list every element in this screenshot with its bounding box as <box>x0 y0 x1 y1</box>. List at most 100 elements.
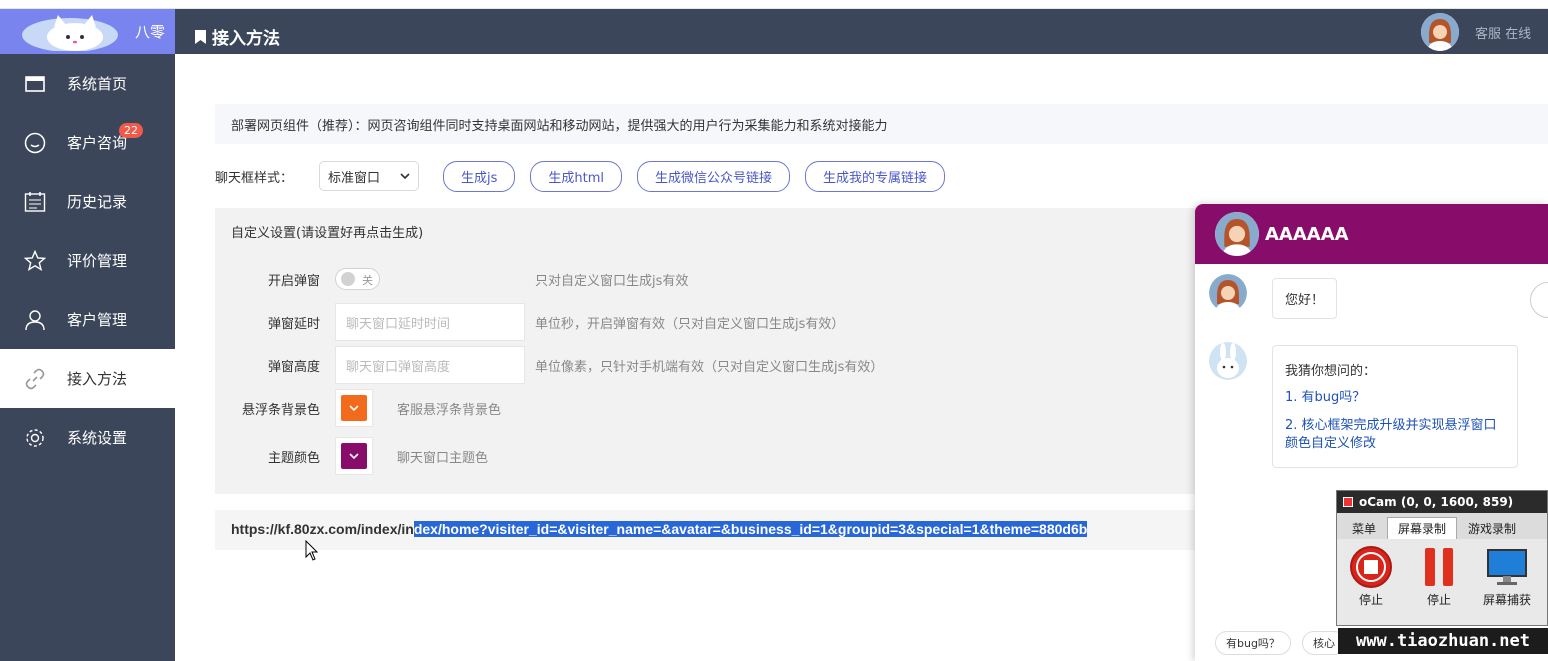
chat-agent-avatar <box>1215 212 1259 256</box>
ocam-title: oCam (0, 0, 1600, 859) <box>1359 495 1514 509</box>
sidebar-item-consult[interactable]: 客户咨询 22 <box>0 113 175 172</box>
delay-label: 弹窗延时 <box>267 316 320 332</box>
faq-link[interactable]: 2. 核心框架完成升级并实现悬浮窗口颜色自定义修改 <box>1285 417 1505 453</box>
url-prefix: https://kf.80zx.com/index/in <box>231 521 414 537</box>
sidebar-item-settings[interactable]: 系统设置 <box>0 408 175 467</box>
delay-hint: 单位秒，开启弹窗有效（只对自定义窗口生成js有效） <box>535 316 845 332</box>
delay-input[interactable]: 聊天窗口延时时间 <box>335 303 525 341</box>
toggle-text: 关 <box>362 274 373 287</box>
ocam-tab-menu[interactable]: 菜单 <box>1341 517 1387 539</box>
top-header: 接入方法 客服 在线 <box>175 9 1548 54</box>
popup-hint: 只对自定义窗口生成js有效 <box>535 273 689 289</box>
faq-bubble: 我猜你想问的： 1. 有bug吗？ 2. 核心框架完成升级并实现悬浮窗口颜色自定… <box>1272 345 1518 468</box>
chevron-down-icon <box>400 172 410 179</box>
user-icon <box>24 309 46 331</box>
faq-link[interactable]: 1. 有bug吗？ <box>1285 389 1505 407</box>
popup-toggle[interactable]: 关 <box>335 268 380 290</box>
ocam-titlebar[interactable]: oCam (0, 0, 1600, 859) <box>1337 491 1547 513</box>
window-icon <box>24 73 46 95</box>
generate-personal-link-button[interactable]: 生成我的专属链接 <box>805 160 946 192</box>
page-title: 接入方法 <box>195 24 280 49</box>
agent-status: 客服 在线 <box>1475 27 1532 42</box>
ocam-capture-button[interactable]: 屏幕捕获 <box>1473 545 1541 608</box>
rabbit-avatar-icon <box>1209 342 1247 380</box>
chat-header: AAAAAA <box>1195 204 1548 264</box>
theme-color-picker[interactable] <box>335 437 373 475</box>
ocam-tool-label: 屏幕捕获 <box>1482 593 1531 607</box>
theme-row: 主题颜色 聊天窗口主题色 <box>215 437 488 475</box>
sidebar-item-rating[interactable]: 评价管理 <box>0 231 175 290</box>
ocam-tab-screen-record[interactable]: 屏幕录制 <box>1387 517 1458 539</box>
brand[interactable]: 八零 <box>0 9 175 54</box>
scroll-circle-button[interactable] <box>1530 282 1548 318</box>
agent-avatar[interactable] <box>1421 13 1459 51</box>
sidebar-item-label: 系统首页 <box>67 75 128 93</box>
deploy-notice: 部署网页组件（推荐）：网页咨询组件同时支持桌面网站和移动网站，提供强大的用户行为… <box>215 104 1548 144</box>
chat-style-label: 聊天框样式： <box>215 170 294 186</box>
greeting-bubble: 您好！ <box>1272 278 1338 319</box>
chevron-down-icon <box>349 404 359 411</box>
ocam-window: oCam (0, 0, 1600, 859) 菜单 屏幕录制 游戏录制 停止 停… <box>1336 490 1548 626</box>
generate-js-button[interactable]: 生成js <box>443 160 516 192</box>
sidebar-item-customers[interactable]: 客户管理 <box>0 290 175 349</box>
delay-row: 弹窗延时 聊天窗口延时时间 单位秒，开启弹窗有效（只对自定义窗口生成js有效） <box>215 303 844 341</box>
theme-hint: 聊天窗口主题色 <box>397 450 489 466</box>
agent-avatar-icon <box>1215 212 1259 256</box>
brand-name: 八零 <box>134 23 165 41</box>
mouse-cursor-icon <box>305 540 319 561</box>
height-hint: 单位像素，只针对手机端有效（只对自定义窗口生成js有效） <box>535 359 884 375</box>
quick-reply-button[interactable]: 有bug吗？ <box>1215 631 1291 655</box>
agent-avatar-icon <box>1421 13 1459 51</box>
link-icon <box>24 368 46 390</box>
faq-title: 我猜你想问的： <box>1285 364 1377 379</box>
height-input[interactable]: 聊天窗口弹窗高度 <box>335 346 525 384</box>
monitor-icon <box>1484 545 1530 589</box>
chat-style-value: 标准窗口 <box>328 170 381 186</box>
sidebar-item-label: 评价管理 <box>67 252 128 270</box>
custom-settings-panel: 自定义设置(请设置好再点击生成) 开启弹窗 关 只对自定义窗口生成js有效 弹窗… <box>215 208 1195 494</box>
unread-badge: 22 <box>119 123 143 138</box>
ocam-toolbar: 停止 停止 屏幕捕获 <box>1337 539 1547 608</box>
sidebar-item-integration[interactable]: 接入方法 <box>0 349 175 408</box>
ocam-app-icon <box>1343 497 1353 507</box>
float-bg-swatch <box>341 395 367 421</box>
calendar-icon <box>24 191 46 213</box>
chat-style-select[interactable]: 标准窗口 <box>319 161 420 191</box>
sidebar: 八零 系统首页 客户咨询 22 历史记录 评价管理 客户管理 接入方法 系统设置 <box>0 9 175 661</box>
popup-label: 开启弹窗 <box>267 273 320 289</box>
message-agent-avatar <box>1209 274 1247 312</box>
custom-settings-title: 自定义设置(请设置好再点击生成) <box>231 226 424 241</box>
toggle-knob <box>341 272 355 286</box>
bookmark-icon <box>195 29 206 44</box>
theme-swatch <box>341 443 367 469</box>
sidebar-item-history[interactable]: 历史记录 <box>0 172 175 231</box>
float-bg-label: 悬浮条背景色 <box>241 402 320 418</box>
popup-row: 开启弹窗 关 只对自定义窗口生成js有效 <box>215 268 688 290</box>
pause-icon <box>1416 545 1462 589</box>
record-stop-icon <box>1348 545 1394 589</box>
sidebar-item-label: 系统设置 <box>67 429 128 447</box>
theme-label: 主题颜色 <box>267 450 320 466</box>
sidebar-item-label: 客户管理 <box>67 311 128 329</box>
message-bot-avatar <box>1209 342 1247 380</box>
star-icon <box>24 249 46 272</box>
generate-html-button[interactable]: 生成html <box>530 160 623 192</box>
chat-style-row: 聊天框样式： 标准窗口 生成js 生成html 生成微信公众号链接 生成我的专属… <box>215 160 960 192</box>
float-bg-color-picker[interactable] <box>335 389 373 427</box>
smile-icon <box>24 132 46 154</box>
generate-wechat-link-button[interactable]: 生成微信公众号链接 <box>637 160 791 192</box>
agent-avatar-icon <box>1209 274 1247 312</box>
gear-icon <box>24 427 46 449</box>
ocam-tab-game-record[interactable]: 游戏录制 <box>1457 517 1527 539</box>
height-row: 弹窗高度 聊天窗口弹窗高度 单位像素，只针对手机端有效（只对自定义窗口生成js有… <box>215 346 883 384</box>
sidebar-item-label: 客户咨询 <box>67 134 128 152</box>
url-selected-text: dex/home?visiter_id=&visiter_name=&avata… <box>413 521 1088 537</box>
sidebar-item-home[interactable]: 系统首页 <box>0 54 175 113</box>
ocam-pause-button[interactable]: 停止 <box>1405 545 1473 608</box>
ocam-stop-button[interactable]: 停止 <box>1337 545 1405 608</box>
sidebar-item-label: 历史记录 <box>67 193 128 211</box>
top-strip <box>0 0 1548 9</box>
height-label: 弹窗高度 <box>267 359 320 375</box>
ocam-tabs: 菜单 屏幕录制 游戏录制 <box>1337 513 1547 539</box>
sidebar-item-label: 接入方法 <box>67 370 128 388</box>
